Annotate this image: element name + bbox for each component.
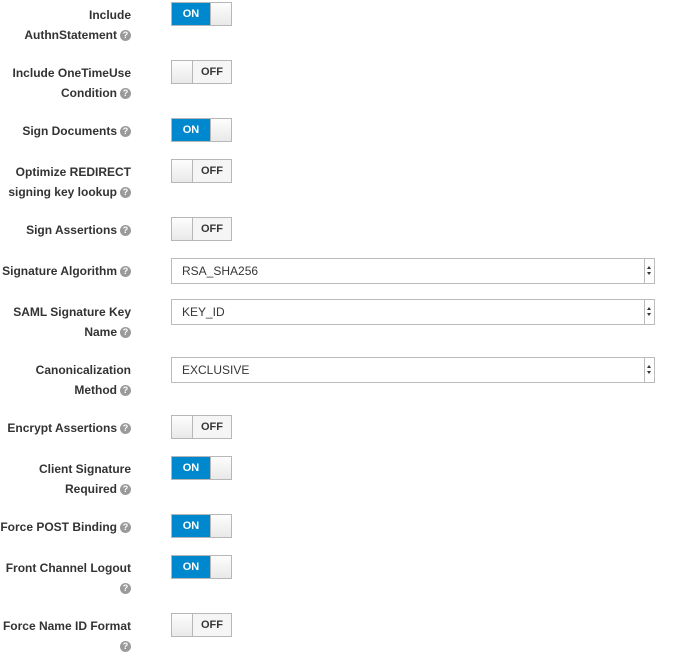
toggle-knob [210, 515, 231, 537]
sign-documents-label: Sign Documents? [0, 121, 131, 141]
toggle-knob [210, 556, 231, 578]
include-authn-statement-label: Include AuthnStatement? [24, 8, 131, 42]
optimize-redirect-label: Optimize REDIRECT signing key lookup? [8, 165, 131, 199]
saml-settings-form: Include AuthnStatement? ON Include OneTi… [0, 0, 683, 653]
saml-signature-key-name-label: SAML Signature Key Name? [13, 305, 131, 339]
help-icon[interactable]: ? [120, 126, 131, 138]
help-icon[interactable]: ? [120, 423, 131, 435]
client-signature-required-toggle[interactable]: ON [171, 456, 232, 480]
help-icon[interactable]: ? [120, 641, 131, 653]
sign-documents-row: Sign Documents? ON [0, 118, 683, 142]
toggle-knob [172, 61, 193, 83]
front-channel-logout-row: Front Channel Logout ? ON [0, 555, 683, 598]
toggle-knob [172, 218, 193, 240]
force-post-binding-row: Force POST Binding? ON [0, 514, 683, 538]
client-signature-required-label: Client Signature Required? [38, 462, 131, 496]
force-name-id-format-toggle[interactable]: OFF [171, 613, 232, 637]
help-icon[interactable]: ? [120, 484, 131, 496]
select-arrow-icon[interactable] [644, 300, 654, 324]
saml-signature-key-name-row: SAML Signature Key Name? KEY_ID [0, 299, 683, 342]
include-onetimeuse-toggle[interactable]: OFF [171, 60, 232, 84]
help-icon[interactable]: ? [120, 522, 131, 534]
signature-algorithm-row: Signature Algorithm? RSA_SHA256 [0, 258, 683, 284]
client-signature-required-row: Client Signature Required? ON [0, 456, 683, 499]
toggle-knob [172, 416, 193, 438]
toggle-knob [172, 160, 193, 182]
force-post-binding-label: Force POST Binding? [0, 517, 131, 537]
optimize-redirect-row: Optimize REDIRECT signing key lookup? OF… [0, 159, 683, 202]
help-icon[interactable]: ? [120, 30, 131, 42]
select-arrow-icon[interactable] [644, 358, 654, 382]
saml-signature-key-name-select[interactable]: KEY_ID [171, 299, 655, 325]
encrypt-assertions-row: Encrypt Assertions? OFF [0, 415, 683, 439]
help-icon[interactable]: ? [120, 327, 131, 339]
help-icon[interactable]: ? [120, 385, 131, 397]
canonicalization-method-select[interactable]: EXCLUSIVE [171, 357, 655, 383]
signature-algorithm-label: Signature Algorithm? [0, 261, 131, 281]
include-onetimeuse-label: Include OneTimeUse Condition? [12, 66, 131, 100]
encrypt-assertions-label: Encrypt Assertions? [0, 418, 131, 438]
sign-assertions-row: Sign Assertions? OFF [0, 217, 683, 241]
include-onetimeuse-row: Include OneTimeUse Condition? OFF [0, 60, 683, 103]
force-name-id-format-label: Force Name ID Format ? [2, 619, 131, 653]
signature-algorithm-select[interactable]: RSA_SHA256 [171, 258, 655, 284]
canonicalization-method-label: Canonicalization Method? [35, 363, 131, 397]
force-name-id-format-row: Force Name ID Format ? OFF [0, 613, 683, 653]
sign-documents-toggle[interactable]: ON [171, 118, 232, 142]
front-channel-logout-toggle[interactable]: ON [171, 555, 232, 579]
help-icon[interactable]: ? [120, 266, 131, 278]
front-channel-logout-label: Front Channel Logout ? [5, 561, 131, 595]
toggle-knob [210, 119, 231, 141]
canonicalization-method-row: Canonicalization Method? EXCLUSIVE [0, 357, 683, 400]
optimize-redirect-toggle[interactable]: OFF [171, 159, 232, 183]
encrypt-assertions-toggle[interactable]: OFF [171, 415, 232, 439]
sign-assertions-label: Sign Assertions? [0, 220, 131, 240]
help-icon[interactable]: ? [120, 88, 131, 100]
force-post-binding-toggle[interactable]: ON [171, 514, 232, 538]
select-arrow-icon[interactable] [644, 259, 654, 283]
help-icon[interactable]: ? [120, 187, 131, 199]
sign-assertions-toggle[interactable]: OFF [171, 217, 232, 241]
help-icon[interactable]: ? [120, 225, 131, 237]
include-authn-statement-toggle[interactable]: ON [171, 2, 232, 26]
toggle-knob [210, 457, 231, 479]
help-icon[interactable]: ? [120, 583, 131, 595]
toggle-knob [210, 3, 231, 25]
toggle-knob [172, 614, 193, 636]
include-authn-statement-row: Include AuthnStatement? ON [0, 2, 683, 45]
